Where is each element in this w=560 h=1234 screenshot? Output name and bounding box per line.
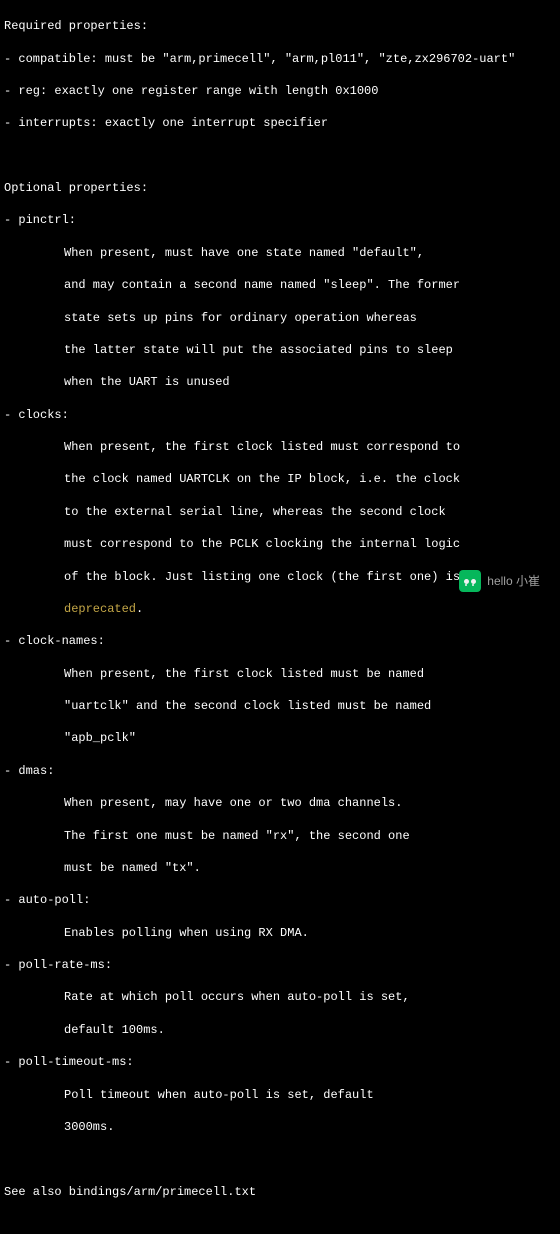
watermark-text: hello 小崔 — [487, 573, 540, 589]
pinctrl-desc: state sets up pins for ordinary operatio… — [4, 310, 556, 326]
clocks-deprecated-line: deprecated. — [4, 601, 556, 617]
terminal-content: Required properties: - compatible: must … — [0, 0, 560, 1234]
see-also: See also bindings/arm/primecell.txt — [4, 1184, 556, 1200]
clocks-desc: When present, the first clock listed mus… — [4, 439, 556, 455]
poll-timeout-desc: Poll timeout when auto-poll is set, defa… — [4, 1087, 556, 1103]
watermark: hello 小崔 — [459, 570, 540, 592]
clocks-label: - clocks: — [4, 407, 556, 423]
prop-compatible: - compatible: must be "arm,primecell", "… — [4, 51, 556, 67]
dmas-label: - dmas: — [4, 763, 556, 779]
optional-header: Optional properties: — [4, 180, 556, 196]
pinctrl-desc: the latter state will put the associated… — [4, 342, 556, 358]
blank-line — [4, 148, 556, 164]
clocks-desc: to the external serial line, whereas the… — [4, 504, 556, 520]
pinctrl-desc: and may contain a second name named "sle… — [4, 277, 556, 293]
poll-timeout-desc: 3000ms. — [4, 1119, 556, 1135]
poll-rate-desc: Rate at which poll occurs when auto-poll… — [4, 989, 556, 1005]
pinctrl-desc: when the UART is unused — [4, 374, 556, 390]
deprecated-text: deprecated — [64, 602, 136, 616]
poll-timeout-label: - poll-timeout-ms: — [4, 1054, 556, 1070]
poll-rate-desc: default 100ms. — [4, 1022, 556, 1038]
clocks-desc: the clock named UARTCLK on the IP block,… — [4, 471, 556, 487]
dmas-desc: The first one must be named "rx", the se… — [4, 828, 556, 844]
period: . — [136, 602, 143, 616]
poll-rate-label: - poll-rate-ms: — [4, 957, 556, 973]
clock-names-desc: "apb_pclk" — [4, 730, 556, 746]
clock-names-label: - clock-names: — [4, 633, 556, 649]
blank-line — [4, 1151, 556, 1167]
prop-reg: - reg: exactly one register range with l… — [4, 83, 556, 99]
required-header: Required properties: — [4, 18, 556, 34]
pinctrl-label: - pinctrl: — [4, 212, 556, 228]
clock-names-desc: "uartclk" and the second clock listed mu… — [4, 698, 556, 714]
clocks-desc: must correspond to the PCLK clocking the… — [4, 536, 556, 552]
pinctrl-desc: When present, must have one state named … — [4, 245, 556, 261]
wechat-icon — [459, 570, 481, 592]
prop-interrupts: - interrupts: exactly one interrupt spec… — [4, 115, 556, 131]
auto-poll-label: - auto-poll: — [4, 892, 556, 908]
clock-names-desc: When present, the first clock listed mus… — [4, 666, 556, 682]
auto-poll-desc: Enables polling when using RX DMA. — [4, 925, 556, 941]
dmas-desc: When present, may have one or two dma ch… — [4, 795, 556, 811]
dmas-desc: must be named "tx". — [4, 860, 556, 876]
blank-line — [4, 1216, 556, 1232]
